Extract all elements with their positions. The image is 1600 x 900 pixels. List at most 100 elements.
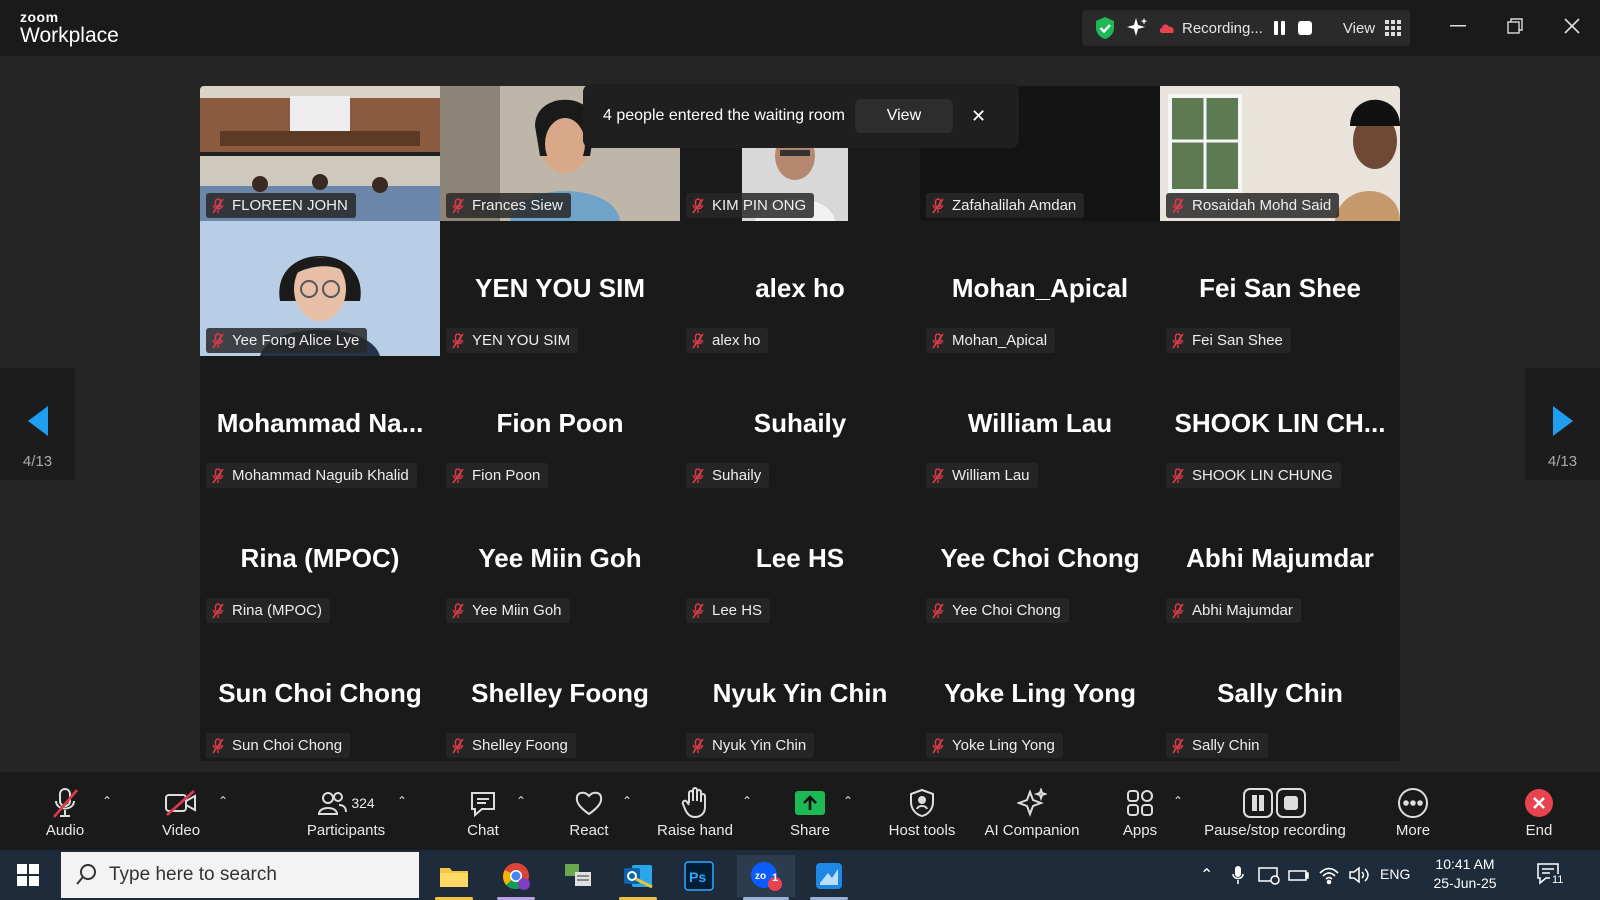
display-tray-icon[interactable] (1258, 865, 1280, 885)
mic-muted-icon (692, 468, 704, 484)
participant-tile[interactable]: SHOOK LIN CH... SHOOK LIN CHUNG (1160, 356, 1400, 491)
mic-muted-icon (452, 333, 464, 349)
host-tools-label: Host tools (888, 822, 956, 839)
ai-companion-button[interactable]: AI Companion (980, 786, 1084, 846)
clock[interactable]: 10:41 AM 25-Jun-25 (1425, 855, 1505, 893)
participant-tile[interactable]: Mohan_Apical Mohan_Apical (920, 221, 1160, 356)
chat-button[interactable]: Chat ⌃ (458, 786, 526, 846)
windows-start-icon[interactable] (17, 864, 39, 891)
next-page-button[interactable]: 4/13 (1525, 368, 1600, 480)
raise-hand-button[interactable]: Raise hand ⌃ (656, 786, 752, 846)
video-button[interactable]: Video ⌃ (152, 786, 228, 846)
audio-options-caret[interactable]: ⌃ (102, 794, 112, 808)
participant-tile[interactable]: Yee Fong Alice Lye (200, 221, 440, 356)
apps-options-caret[interactable]: ⌃ (1173, 794, 1183, 808)
notification-center-icon[interactable]: 11 (1536, 862, 1566, 889)
chevron-up-icon[interactable]: ⌃ (1200, 865, 1213, 885)
participant-tile[interactable]: Rosaidah Mohd Said (1160, 86, 1400, 221)
participant-name-label: Zafahalilah Amdan (926, 193, 1085, 218)
participant-tile[interactable]: Shelley Foong Shelley Foong (440, 626, 680, 761)
battery-icon[interactable] (1288, 865, 1310, 885)
participant-tile[interactable]: Fion Poon Fion Poon (440, 356, 680, 491)
share-button[interactable]: Share ⌃ (785, 786, 853, 846)
grid-view-icon[interactable] (1385, 20, 1402, 36)
participant-tile[interactable]: Abhi Majumdar Abhi Majumdar (1160, 491, 1400, 626)
participant-name-label: Mohammad Naguib Khalid (206, 463, 417, 488)
participant-display-name: Suhaily (753, 408, 847, 438)
wifi-icon[interactable] (1318, 865, 1340, 885)
participant-display-name: Fion Poon (496, 408, 624, 438)
participant-tile[interactable]: Yee Miin Goh Yee Miin Goh (440, 491, 680, 626)
participant-name: Mohan_Apical (952, 332, 1048, 349)
chat-options-caret[interactable]: ⌃ (516, 794, 526, 808)
chrome-icon[interactable] (491, 855, 541, 900)
photoshop-icon[interactable]: Ps (674, 855, 724, 897)
host-tools-button[interactable]: Host tools (884, 786, 960, 846)
participant-name-label: alex ho (686, 328, 769, 353)
outlook-icon[interactable] (613, 855, 663, 900)
react-button[interactable]: React ⌃ (564, 786, 632, 846)
share-options-caret[interactable]: ⌃ (843, 794, 853, 808)
participant-tile[interactable]: Sally Chin Sally Chin (1160, 626, 1400, 761)
participant-tile[interactable]: Sun Choi Chong Sun Choi Chong (200, 626, 440, 761)
recording-status: Recording... (1182, 19, 1263, 37)
participant-tile[interactable]: Yee Choi Chong Yee Choi Chong (920, 491, 1160, 626)
title-bar: zoom Workplace Recording... View (0, 0, 1600, 56)
zoom-taskbar-icon[interactable]: zo 1 (737, 855, 795, 900)
search-icon (76, 864, 96, 885)
participant-tile[interactable]: Rina (MPOC) Rina (MPOC) (200, 491, 440, 626)
react-options-caret[interactable]: ⌃ (622, 794, 632, 808)
more-icon (1398, 788, 1428, 818)
volume-icon[interactable] (1348, 865, 1370, 885)
view-waiting-room-button[interactable]: View (854, 99, 953, 133)
raise-hand-options-caret[interactable]: ⌃ (742, 794, 752, 808)
whiteboard-app-icon[interactable] (804, 855, 854, 900)
participant-tile[interactable]: Mohammad Na... Mohammad Naguib Khalid (200, 356, 440, 491)
more-button[interactable]: More (1388, 786, 1438, 846)
window-controls (1429, 0, 1600, 56)
taskbar-search-box[interactable]: Type here to search (61, 852, 419, 898)
brand-name: Workplace (20, 24, 119, 47)
participant-name: Shelley Foong (472, 737, 568, 754)
pause-stop-recording-button[interactable]: Pause/stop recording (1200, 786, 1350, 846)
participant-tile[interactable]: Suhaily Suhaily (680, 356, 920, 491)
apps-button[interactable]: Apps ⌃ (1115, 786, 1183, 846)
participant-tile[interactable]: FLOREEN JOHN (200, 86, 440, 221)
participant-tile[interactable]: Nyuk Yin Chin Nyuk Yin Chin (680, 626, 920, 761)
participant-tile[interactable]: Lee HS Lee HS (680, 491, 920, 626)
audio-button[interactable]: Audio ⌃ (36, 786, 112, 846)
participant-tile[interactable]: Yoke Ling Yong Yoke Ling Yong (920, 626, 1160, 761)
participant-display-name: Abhi Majumdar (1186, 543, 1374, 573)
participant-name-label: Rina (MPOC) (206, 598, 331, 623)
participants-button[interactable]: 324 Participants ⌃ (303, 786, 407, 846)
participant-tile[interactable]: alex ho alex ho (680, 221, 920, 356)
participant-tile[interactable]: YEN YOU SIM YEN YOU SIM (440, 221, 680, 356)
chat-icon (471, 792, 495, 818)
minimize-icon[interactable] (1429, 0, 1486, 52)
view-button[interactable]: View (1343, 20, 1375, 37)
mic-muted-icon (212, 603, 224, 619)
pause-stop-icon (1243, 788, 1306, 818)
language-indicator[interactable]: ENG (1380, 866, 1410, 882)
participant-tile[interactable]: Fei San Shee Fei San Shee (1160, 221, 1400, 356)
microphone-tray-icon[interactable] (1232, 865, 1244, 885)
participant-display-name: YEN YOU SIM (474, 273, 645, 303)
previous-page-button[interactable]: 4/13 (0, 368, 75, 480)
meeting-stage: 4/13 4/13 FLOREEN JOHN Frances Siew KIM PI… (0, 56, 1600, 772)
video-options-caret[interactable]: ⌃ (218, 794, 228, 808)
encryption-shield-icon[interactable] (1094, 16, 1116, 40)
participants-options-caret[interactable]: ⌃ (397, 794, 407, 808)
close-notification-icon[interactable]: ✕ (971, 106, 986, 127)
mic-muted-icon (692, 198, 704, 214)
close-icon[interactable] (1543, 0, 1600, 52)
share-label: Share (789, 822, 831, 839)
participant-name: Yee Miin Goh (472, 602, 562, 619)
ai-sparkle-icon[interactable] (1126, 17, 1148, 39)
restore-icon[interactable] (1486, 0, 1543, 52)
participant-tile[interactable]: William Lau William Lau (920, 356, 1160, 491)
pause-recording-icon[interactable] (1273, 20, 1287, 36)
file-explorer-icon[interactable] (429, 855, 479, 900)
stop-recording-icon[interactable] (1297, 20, 1313, 36)
network-share-icon[interactable] (553, 855, 603, 897)
end-meeting-button[interactable]: End (1514, 786, 1564, 846)
